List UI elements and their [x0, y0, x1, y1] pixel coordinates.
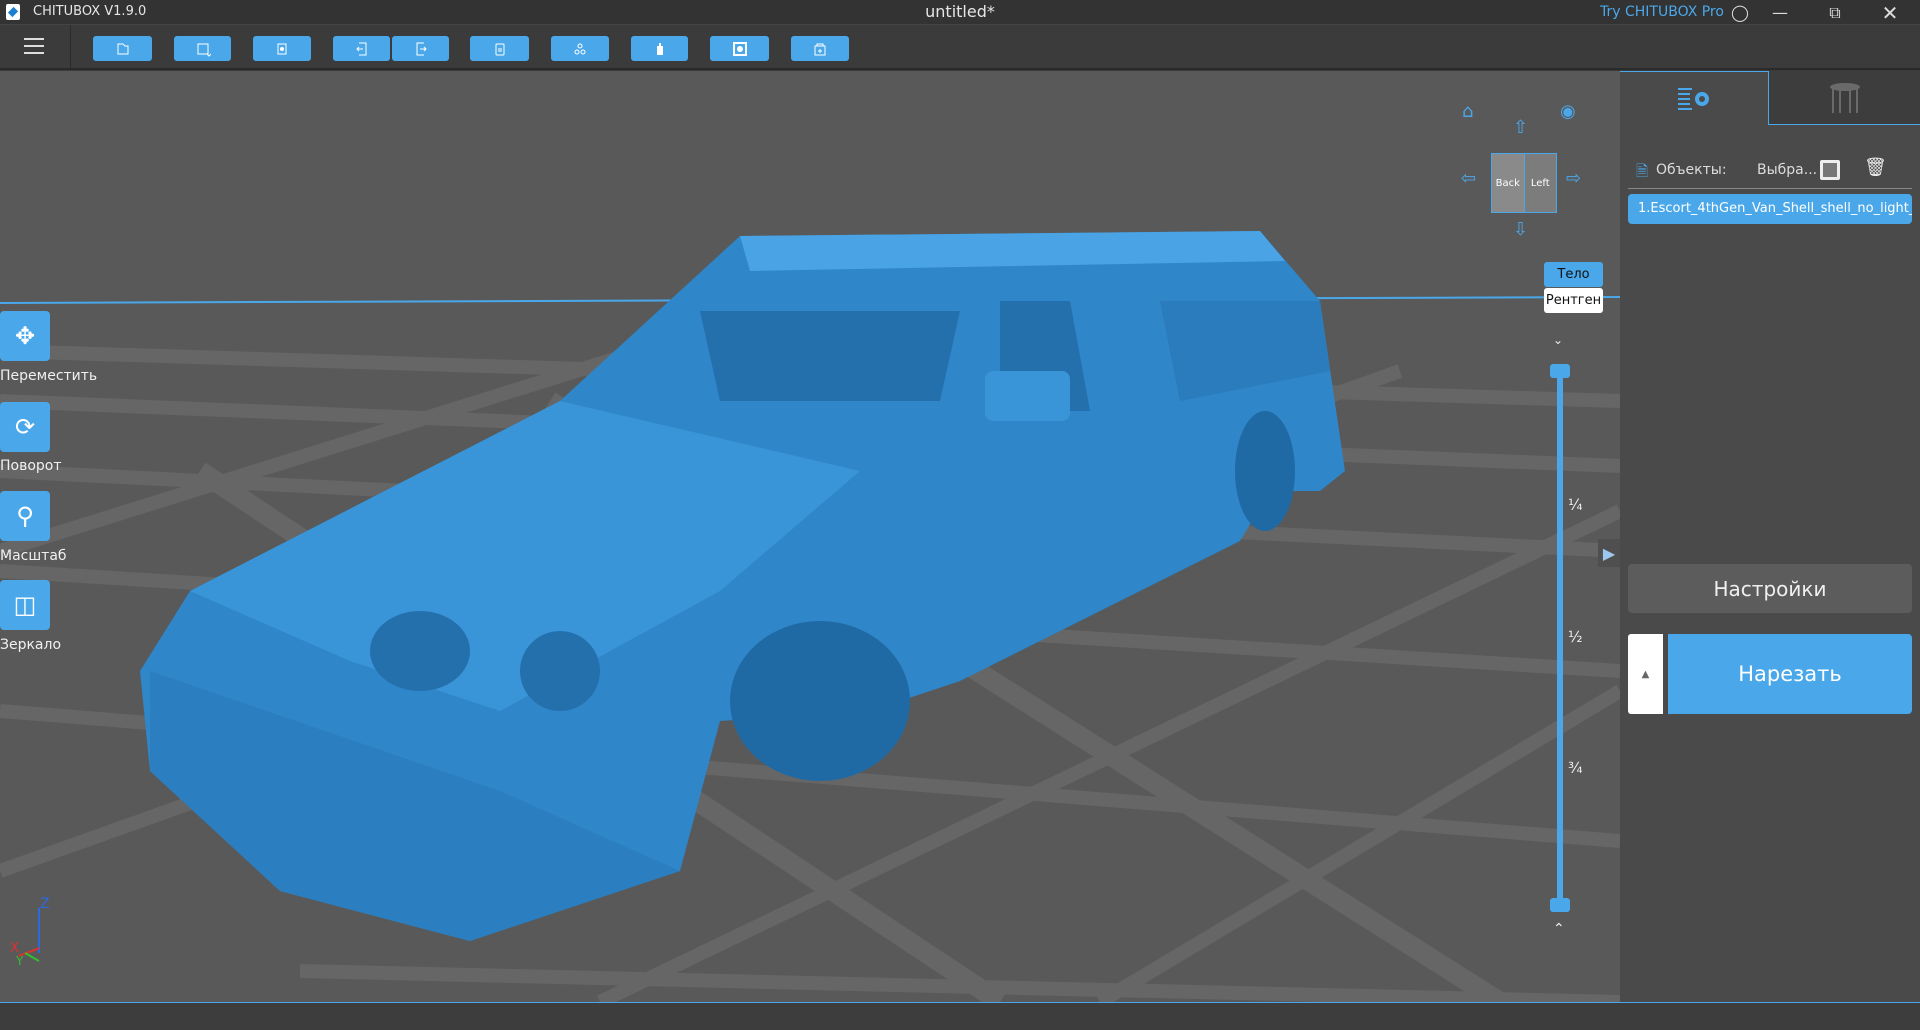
build-plate-scene [0, 231, 1620, 1002]
axis-indicator: Z X Y [10, 896, 60, 968]
move-tool-button[interactable]: ✥ [0, 311, 50, 361]
slider-tick-quarter: ¼ [1568, 496, 1583, 514]
close-button[interactable]: ✕ [1870, 0, 1910, 25]
toolbar [0, 25, 1920, 70]
eye-icon[interactable]: ◉ [1560, 101, 1576, 122]
collapse-panel-arrow-icon[interactable]: ▶ [1598, 539, 1620, 567]
dig-hole-button[interactable] [791, 36, 849, 61]
status-bar [0, 1002, 1920, 1030]
divider [70, 25, 71, 70]
scale-icon: ⚲ [16, 502, 34, 530]
cube-face-left[interactable]: Left [1524, 154, 1556, 212]
rotate-tool-button[interactable]: ⟳ [0, 402, 50, 452]
rotate-tool-label: Поворот [0, 458, 62, 474]
move-tool-label: Переместить [0, 368, 98, 384]
solid-mode-button[interactable]: Тело [1544, 262, 1603, 287]
copy-button[interactable] [470, 36, 529, 61]
arrange-button[interactable] [551, 36, 609, 61]
tab-supports[interactable] [1769, 71, 1920, 125]
undo-button[interactable] [333, 36, 390, 61]
box-plus-icon [814, 43, 826, 55]
support-button[interactable] [631, 36, 688, 61]
save-icon [197, 43, 211, 57]
try-pro-link[interactable]: Try CHITUBOX Pro [1600, 4, 1724, 20]
slider-tick-half: ½ [1568, 628, 1583, 646]
home-view-icon[interactable]: ⌂ [1462, 101, 1473, 122]
save-button[interactable] [174, 36, 231, 61]
xray-mode-button[interactable]: Рентген [1544, 288, 1603, 313]
view-left-arrow-icon[interactable]: ⇦ [1461, 168, 1476, 189]
scale-tool-label: Масштаб [0, 548, 67, 564]
minimize-button[interactable]: — [1760, 0, 1800, 25]
tab-print-settings[interactable] [1620, 71, 1769, 125]
folder-icon [117, 43, 128, 54]
cubes-icon [574, 43, 586, 54]
rotate-icon: ⟳ [14, 413, 36, 441]
menu-icon[interactable] [24, 38, 44, 54]
supports-icon [1829, 82, 1860, 113]
view-cube[interactable]: Back Left [1491, 153, 1557, 213]
select-all-label: Выбра... [1757, 162, 1818, 178]
document-icon: 🗎 [1636, 162, 1649, 180]
move-icon: ✥ [14, 322, 36, 350]
objects-label: Объекты: [1656, 162, 1727, 178]
layout-icon [277, 43, 287, 54]
view-down-arrow-icon[interactable]: ⇩ [1513, 219, 1528, 240]
layer-slider-track[interactable] [1557, 371, 1563, 906]
axis-y-label: Y [16, 954, 24, 968]
user-icon[interactable]: ◯ [1720, 0, 1760, 25]
copy-icon [495, 43, 504, 55]
title-bar: CHITUBOX V1.9.0 untitled* Try CHITUBOX P… [0, 0, 1920, 25]
view-up-arrow-icon[interactable]: ⇧ [1513, 117, 1528, 138]
auto-layout-button[interactable] [253, 36, 311, 61]
mirror-tool-label: Зеркало [0, 637, 62, 653]
select-all-checkbox[interactable] [1820, 160, 1840, 180]
hollow-button[interactable] [710, 36, 769, 61]
view-right-arrow-icon[interactable]: ⇨ [1566, 168, 1581, 189]
3d-viewport[interactable]: ✥ Переместить ⟳ Поворот ⚲ Масштаб ◫ Зерк… [0, 71, 1620, 1002]
caret-up-icon: ▲ [1641, 668, 1650, 680]
layer-slider-bottom-handle[interactable] [1550, 898, 1570, 912]
divider [1628, 188, 1912, 189]
mirror-tool-button[interactable]: ◫ [0, 580, 50, 630]
undo-icon [355, 42, 366, 55]
hollow-icon [732, 41, 747, 56]
redo-icon [416, 42, 427, 55]
support-icon [656, 42, 663, 55]
settings-button[interactable]: Настройки [1628, 564, 1912, 613]
restore-button[interactable]: ⧉ [1815, 0, 1855, 25]
settings-list-icon [1678, 87, 1709, 110]
slider-scroll-up-icon[interactable]: ⌃ [1553, 921, 1565, 937]
open-file-button[interactable] [93, 36, 152, 61]
mirror-icon: ◫ [13, 591, 37, 619]
axis-z-label: Z [40, 896, 50, 912]
redo-button[interactable] [392, 36, 449, 61]
object-list-item[interactable]: 1.Escort_4thGen_Van_Shell_shell_no_light… [1628, 194, 1912, 224]
slice-options-toggle[interactable]: ▲ [1628, 634, 1663, 714]
slider-tick-three-quarter: ¾ [1568, 759, 1583, 777]
trash-icon[interactable]: 🗑 [1864, 157, 1887, 178]
scale-tool-button[interactable]: ⚲ [0, 491, 50, 541]
right-panel: 🗎 Объекты: Выбра... 🗑 1.Escort_4thGen_Va… [1620, 71, 1920, 1002]
layer-slider-top-handle[interactable] [1550, 364, 1570, 378]
slice-button[interactable]: Нарезать [1668, 634, 1912, 714]
cube-face-back[interactable]: Back [1492, 154, 1525, 212]
slider-scroll-down-icon[interactable]: ⌄ [1553, 333, 1563, 347]
